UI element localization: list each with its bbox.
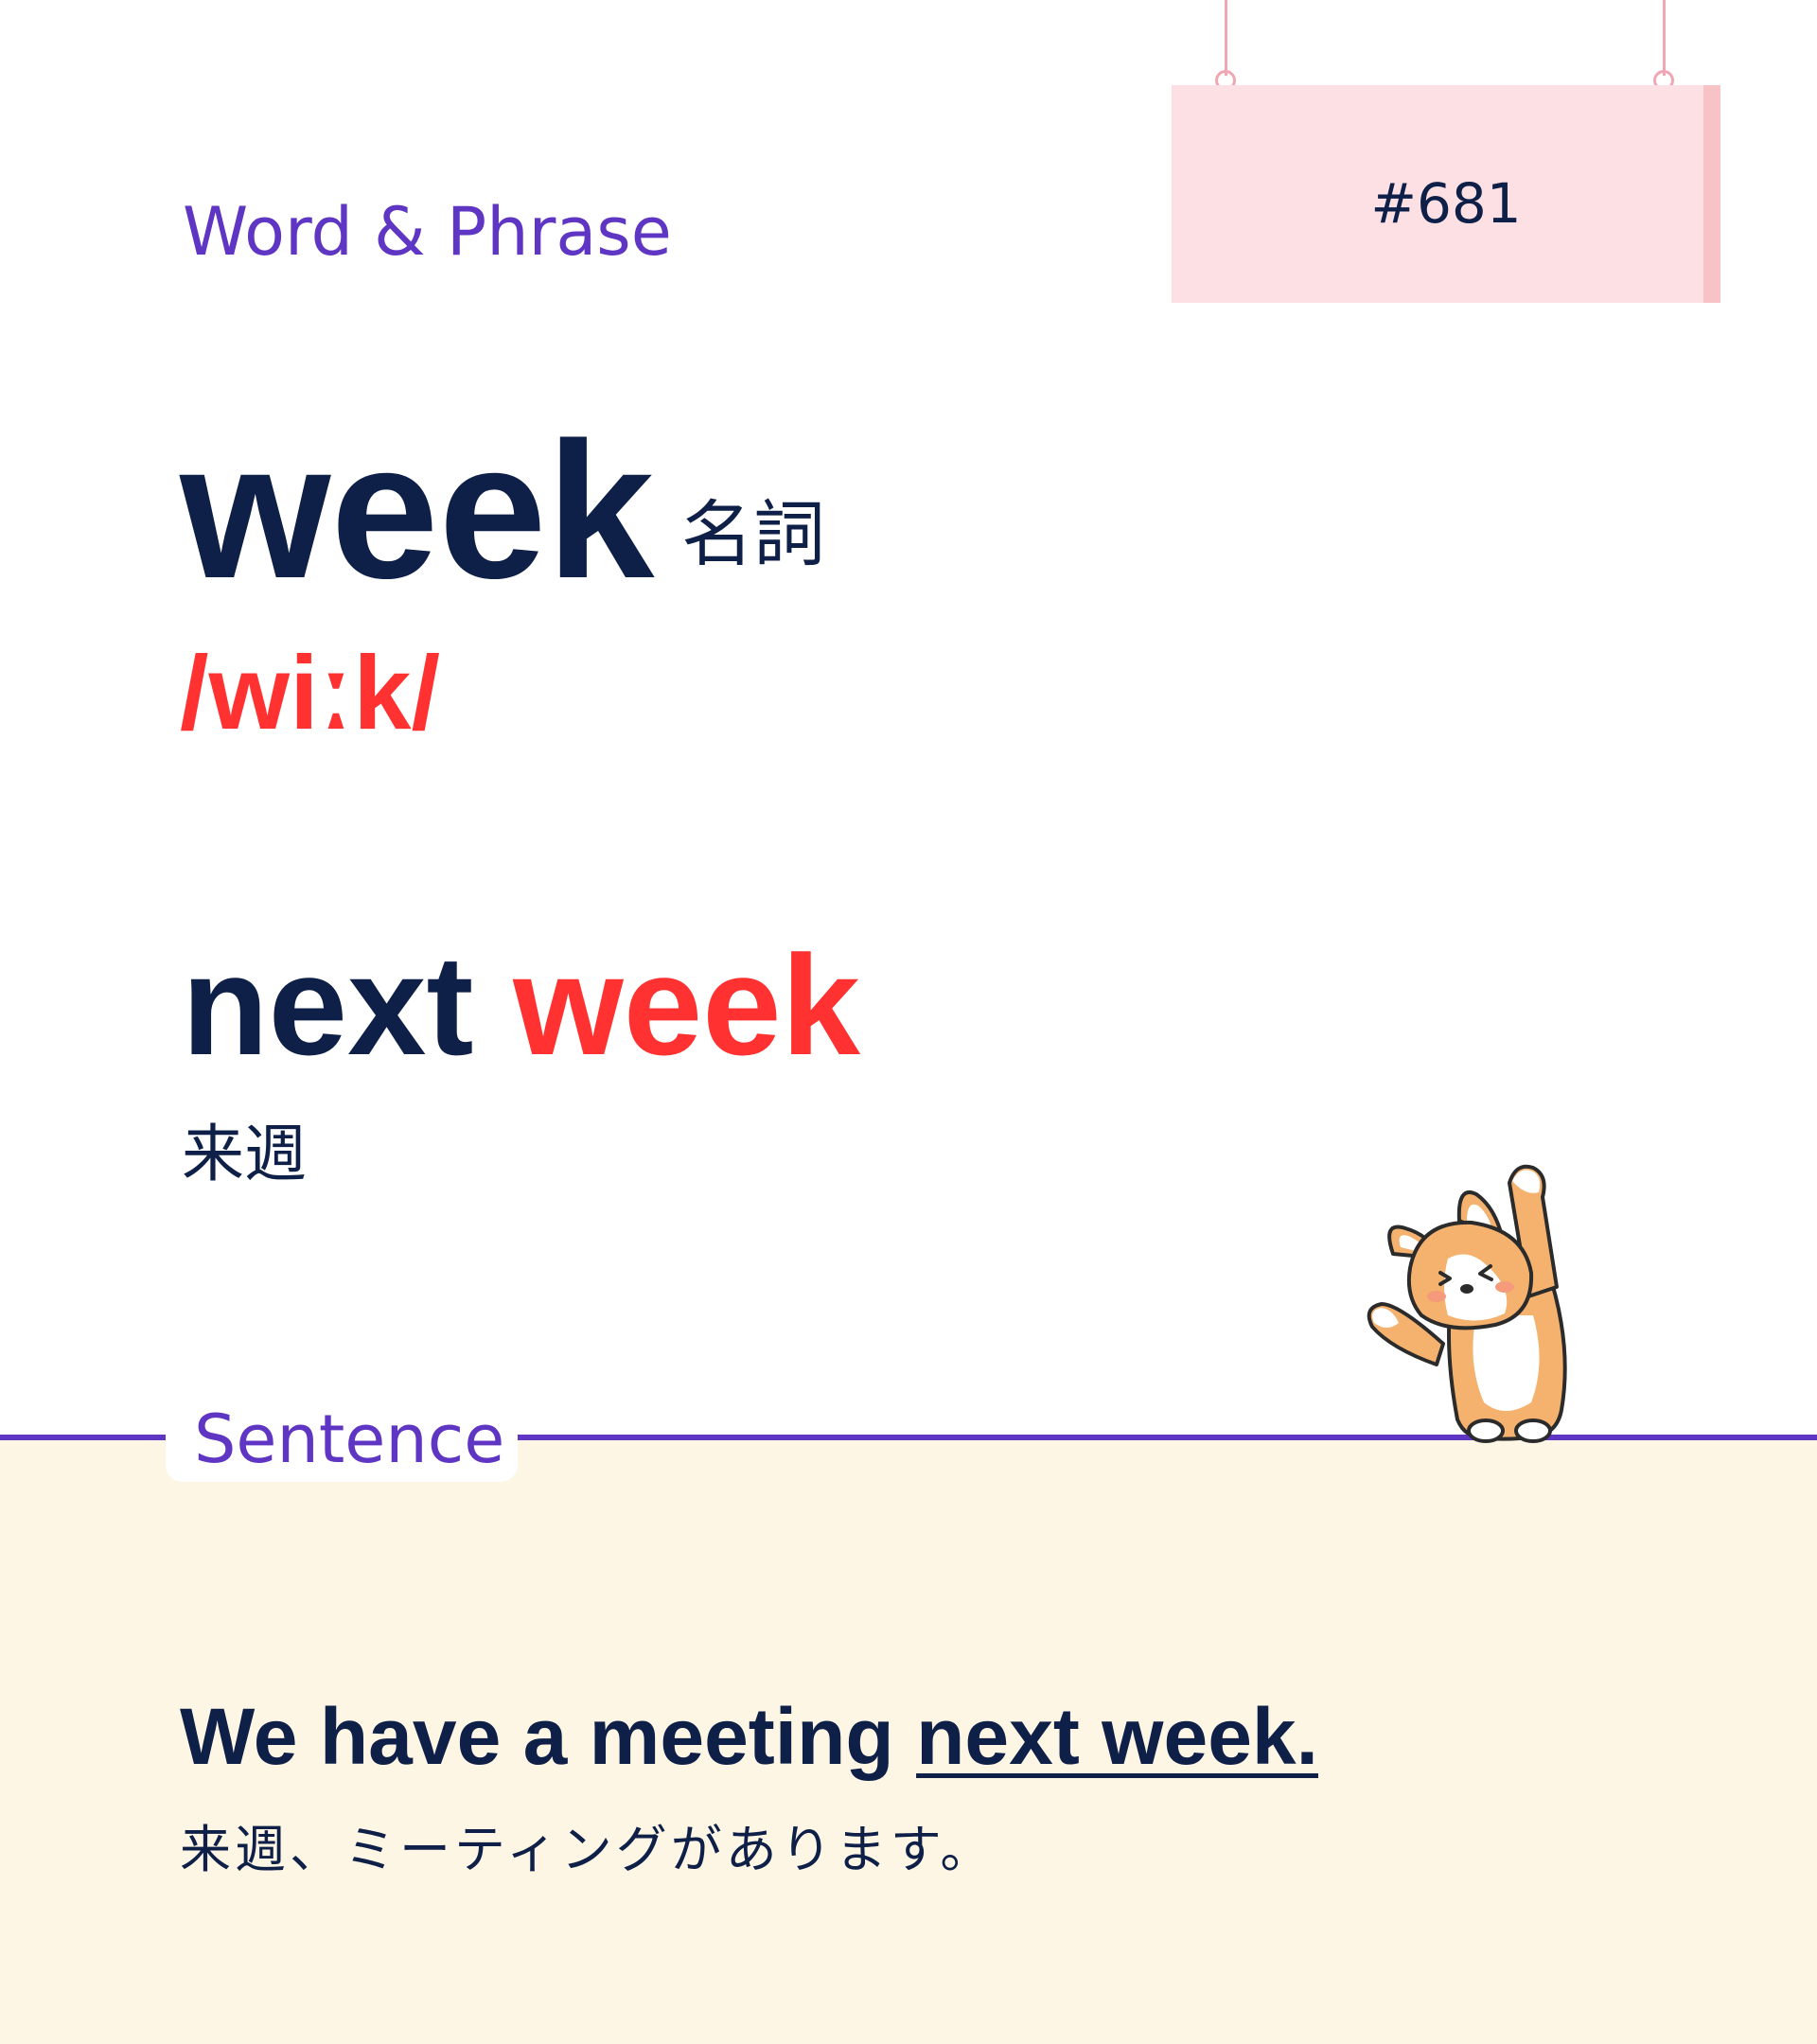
sentence-translation: 来週、ミーティングがあります。	[180, 1820, 996, 1879]
part-of-speech: 名詞	[681, 492, 825, 576]
sentence-section-label: Sentence	[194, 1401, 505, 1478]
corgi-mascot-icon	[1367, 1164, 1567, 1443]
example-phrase: next week	[182, 923, 860, 1088]
sentence-text: We have a meeting	[180, 1692, 917, 1781]
sentence-underlined: next week.	[916, 1692, 1318, 1781]
category-label: Word & Phrase	[183, 193, 672, 271]
headword: week	[180, 402, 655, 619]
card-number: #681	[1370, 171, 1522, 236]
example-sentence: We have a meeting next week.	[180, 1689, 1318, 1784]
phrase-text: next	[182, 925, 514, 1084]
phrase-highlight: week	[513, 925, 861, 1084]
pronunciation: /wiːk/	[180, 635, 441, 751]
sign-string-right	[1663, 0, 1666, 76]
sign-string-left	[1225, 0, 1227, 76]
phrase-translation: 来週	[182, 1118, 307, 1190]
